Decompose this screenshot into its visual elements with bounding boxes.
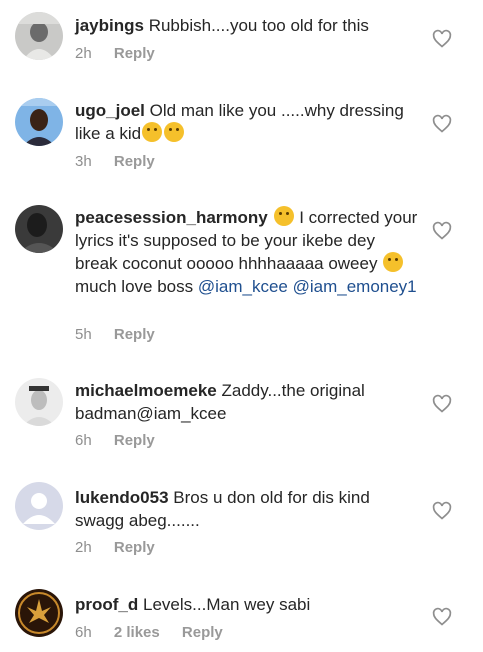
avatar[interactable] [15, 205, 63, 253]
comment-item: proof_d Levels...Man wey sabi 6h 2 likes… [0, 580, 483, 652]
heart-icon[interactable] [432, 394, 452, 414]
avatar[interactable] [15, 98, 63, 146]
comment-username[interactable]: proof_d [75, 595, 138, 614]
comment-time: 6h [75, 432, 92, 449]
comment-item: jaybings Rubbish....you too old for this… [0, 0, 483, 75]
thinking-face-icon [142, 122, 163, 142]
comment-text: peacesession_harmony I corrected your ly… [75, 206, 420, 298]
reply-button[interactable]: Reply [114, 432, 155, 449]
reply-button[interactable]: Reply [114, 539, 155, 556]
comment-item: ugo_joel Old man like you .....why dress… [0, 86, 483, 186]
comment-meta: 2h Reply [75, 45, 173, 62]
comment-time: 6h [75, 624, 92, 641]
heart-icon[interactable] [432, 501, 452, 521]
heart-icon[interactable] [432, 607, 452, 627]
avatar[interactable] [15, 589, 63, 637]
avatar[interactable] [15, 12, 63, 60]
comment-time: 2h [75, 45, 92, 62]
comment-meta: 3h Reply [75, 153, 173, 170]
heart-icon[interactable] [432, 221, 452, 241]
tears-of-joy-icon [273, 206, 294, 226]
comment-meta: 6h 2 likes Reply [75, 624, 241, 641]
tears-of-joy-icon [383, 252, 404, 272]
reply-button[interactable]: Reply [114, 153, 155, 170]
comment-meta: 5h Reply [75, 326, 173, 343]
mention-link[interactable]: @iam_emoney1 [293, 277, 417, 296]
reply-button[interactable]: Reply [114, 326, 155, 343]
comment-username[interactable]: michaelmoemeke [75, 381, 217, 400]
comment-text: lukendo053 Bros u don old for dis kind s… [75, 486, 420, 532]
comment-text: ugo_joel Old man like you .....why dress… [75, 99, 420, 145]
comment-username[interactable]: peacesession_harmony [75, 208, 268, 227]
comment-item: lukendo053 Bros u don old for dis kind s… [0, 473, 483, 573]
heart-icon[interactable] [432, 114, 452, 134]
comment-body: Levels...Man wey sabi [143, 595, 311, 614]
comment-item: michaelmoemeke Zaddy...the original badm… [0, 366, 483, 466]
comment-text: proof_d Levels...Man wey sabi [75, 593, 420, 616]
comment-meta: 2h Reply [75, 539, 173, 556]
comment-time: 3h [75, 153, 92, 170]
comment-text: michaelmoemeke Zaddy...the original badm… [75, 379, 420, 425]
thinking-face-icon [164, 122, 185, 142]
avatar[interactable] [15, 378, 63, 426]
comment-time: 5h [75, 326, 92, 343]
comment-username[interactable]: lukendo053 [75, 488, 169, 507]
comment-username[interactable]: jaybings [75, 16, 144, 35]
heart-icon[interactable] [432, 29, 452, 49]
likes-count[interactable]: 2 likes [114, 624, 160, 641]
reply-button[interactable]: Reply [114, 45, 155, 62]
avatar[interactable] [15, 482, 63, 530]
reply-button[interactable]: Reply [182, 624, 223, 641]
mention-link[interactable]: @iam_kcee [198, 277, 288, 296]
comment-body: Rubbish....you too old for this [148, 16, 369, 35]
comment-body: much love boss [75, 277, 198, 296]
comment-text: jaybings Rubbish....you too old for this [75, 14, 420, 37]
comment-time: 2h [75, 539, 92, 556]
comment-item: peacesession_harmony I corrected your ly… [0, 193, 483, 358]
comment-username[interactable]: ugo_joel [75, 101, 145, 120]
comment-meta: 6h Reply [75, 432, 173, 449]
